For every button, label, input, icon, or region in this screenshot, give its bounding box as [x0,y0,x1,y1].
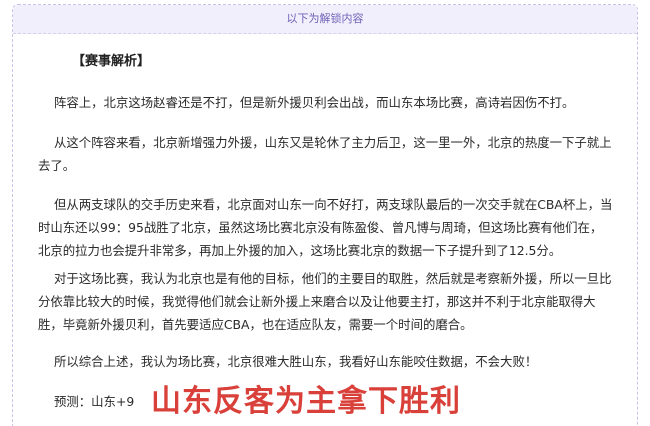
paragraph-opinion: 对于这场比赛，我认为北京也是有他的目标，他们的主要目的取胜，然后就是考察新外援，… [38,271,612,332]
unlock-banner: 以下为解锁内容 [13,5,637,34]
paragraph-history: 但从两支球队的交手历史来看，北京面对山东一向不好打，两支球队最后的一次交手就在C… [38,197,613,258]
section-heading: 【赛事解析】 [72,54,151,69]
paragraph-lineup-view: 从这个阵容来看，北京新增强力外援，山东又是轮休了主力后卫，这一里一外，北京的热度… [38,135,612,173]
prediction-text: 预测：山东+9 [54,394,135,409]
highlight-headline: 山东反客为主拿下胜利 [151,384,461,419]
paragraph-lineup: 阵容上，北京这场赵睿还是不打，但是新外援贝利会出战，而山东本场比赛，高诗岩因伤不… [54,95,575,110]
paragraph-summary: 所以综合上述，我认为场比赛，北京很难大胜山东，我看好山东能咬住数据，不会大败！ [54,354,538,369]
